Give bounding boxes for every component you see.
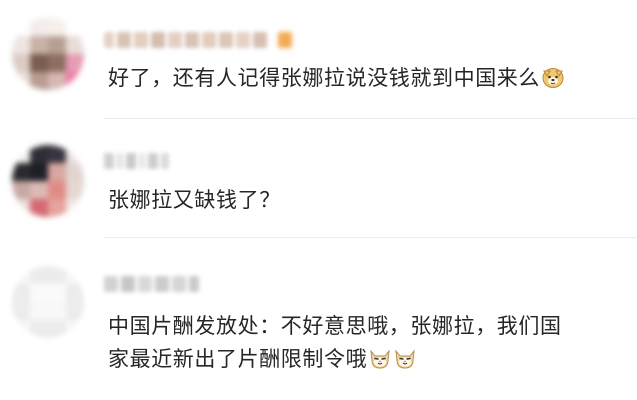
cat-face-emoji-icon bbox=[393, 346, 417, 380]
username-blurred[interactable] bbox=[104, 32, 292, 50]
username-blurred[interactable] bbox=[104, 276, 199, 294]
comment-item: 张娜拉又缺钱了？ bbox=[0, 119, 637, 237]
avatar[interactable] bbox=[12, 18, 84, 90]
comment-item: 中国片酬发放处：不好意思哦，张娜拉，我们国 家最近新出了片酬限制令哦 bbox=[0, 238, 637, 400]
comment-text-line: 家最近新出了片酬限制令哦 bbox=[108, 343, 562, 380]
avatar[interactable] bbox=[12, 266, 84, 338]
avatar[interactable] bbox=[12, 145, 84, 217]
doge-emoji-icon bbox=[541, 65, 565, 96]
cat-face-emoji-icon bbox=[368, 346, 392, 380]
comment-text: 好了，还有人记得张娜拉说没钱就到中国来么 bbox=[108, 64, 565, 96]
comment-text-line: 中国片酬发放处：不好意思哦，张娜拉，我们国 bbox=[108, 314, 562, 338]
user-badge-icon bbox=[278, 32, 292, 48]
comment-text: 中国片酬发放处：不好意思哦，张娜拉，我们国 家最近新出了片酬限制令哦 bbox=[108, 310, 562, 380]
comment-item: 好了，还有人记得张娜拉说没钱就到中国来么 bbox=[0, 0, 637, 118]
username-blurred[interactable] bbox=[104, 153, 169, 171]
comment-text: 张娜拉又缺钱了？ bbox=[108, 188, 281, 212]
